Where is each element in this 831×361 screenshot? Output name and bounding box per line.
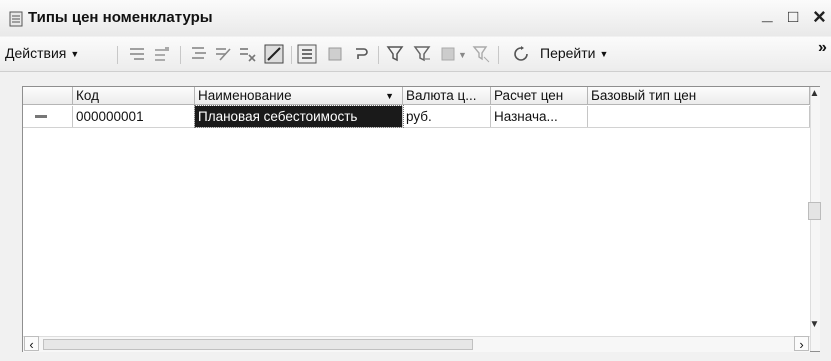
- filter-history-icon[interactable]: [440, 45, 458, 63]
- dropdown-arrow-icon: ▼: [599, 49, 609, 59]
- add-group-icon[interactable]: [190, 45, 208, 63]
- cell-name[interactable]: Плановая себестоимость: [194, 105, 404, 128]
- cell-price-calc[interactable]: Назнача...: [491, 106, 588, 127]
- toolbar-separator: [180, 46, 181, 64]
- actions-menu[interactable]: Действия ▼: [5, 45, 79, 61]
- toolbar-separator: [117, 46, 118, 64]
- toolbar-separator: [498, 46, 499, 64]
- table-row[interactable]: 000000001 Плановая себестоимость руб. На…: [23, 105, 810, 128]
- price-types-table: Код Наименование ▼ Валюта ц... Расчет це…: [22, 86, 821, 352]
- table-header: Код Наименование ▼ Валюта ц... Расчет це…: [23, 87, 810, 106]
- dropdown-arrow-icon: ▼: [70, 49, 80, 59]
- vertical-scrollbar[interactable]: ▲ ▼: [808, 87, 821, 351]
- price-types-window: Типы цен номенклатуры _ □ × Действия ▼ ▼ …: [0, 0, 831, 361]
- cell-base-price-type[interactable]: [588, 106, 810, 127]
- filter-by-value-icon[interactable]: [413, 45, 431, 63]
- column-header-currency[interactable]: Валюта ц...: [403, 87, 491, 105]
- horizontal-scroll-thumb[interactable]: [43, 339, 473, 350]
- close-button[interactable]: ×: [813, 6, 826, 28]
- edit-in-list-icon[interactable]: [264, 44, 284, 64]
- row-state-icon: [35, 115, 47, 118]
- refresh-icon[interactable]: [352, 45, 370, 63]
- filter-icon[interactable]: [386, 45, 404, 63]
- scroll-right-icon[interactable]: ›: [794, 336, 809, 352]
- column-header-base-price-type[interactable]: Базовый тип цен: [588, 87, 810, 105]
- scroll-left-icon[interactable]: ‹: [24, 336, 39, 352]
- add-item-icon[interactable]: [128, 45, 146, 63]
- toolbar: Действия ▼ ▼ Перейти ▼ »: [0, 37, 831, 72]
- maximize-button[interactable]: □: [788, 6, 798, 28]
- dropdown-arrow-icon: ▼: [458, 50, 467, 60]
- column-header-name-label: Наименование: [198, 88, 292, 103]
- toolbar-separator: [291, 46, 292, 64]
- title-bar: Типы цен номенклатуры _ □ ×: [0, 0, 831, 36]
- column-header-name[interactable]: Наименование ▼: [195, 87, 403, 105]
- column-header-price-calc[interactable]: Расчет цен: [491, 87, 588, 105]
- catalog-icon: [9, 11, 23, 27]
- toolbar-overflow-button[interactable]: »: [818, 39, 827, 57]
- goto-label: Перейти: [540, 45, 596, 61]
- actions-label: Действия: [5, 45, 67, 61]
- sort-arrow-icon: ▼: [385, 91, 394, 101]
- goto-menu[interactable]: Перейти ▼: [540, 45, 608, 61]
- add-copy-icon[interactable]: [153, 45, 171, 63]
- cell-code[interactable]: 000000001: [73, 106, 195, 127]
- scroll-down-icon[interactable]: ▼: [808, 319, 821, 333]
- move-to-group-icon[interactable]: [326, 45, 344, 63]
- row-marker-cell: [23, 106, 73, 127]
- column-header-code[interactable]: Код: [73, 87, 195, 105]
- window-title: Типы цен номенклатуры: [28, 9, 213, 26]
- vertical-scroll-thumb[interactable]: [808, 202, 821, 220]
- clear-filter-icon[interactable]: [472, 45, 490, 63]
- horizontal-scrollbar[interactable]: ‹ ›: [23, 336, 810, 352]
- column-header-marker[interactable]: [23, 87, 73, 105]
- edit-icon[interactable]: [214, 45, 232, 63]
- minimize-button[interactable]: _: [762, 4, 773, 26]
- delete-mark-icon[interactable]: [238, 45, 256, 63]
- cell-currency[interactable]: руб.: [403, 106, 491, 127]
- toolbar-separator: [378, 46, 379, 64]
- scroll-up-icon[interactable]: ▲: [808, 88, 821, 102]
- refresh-list-icon[interactable]: [512, 45, 530, 63]
- hierarchy-icon[interactable]: [297, 44, 317, 64]
